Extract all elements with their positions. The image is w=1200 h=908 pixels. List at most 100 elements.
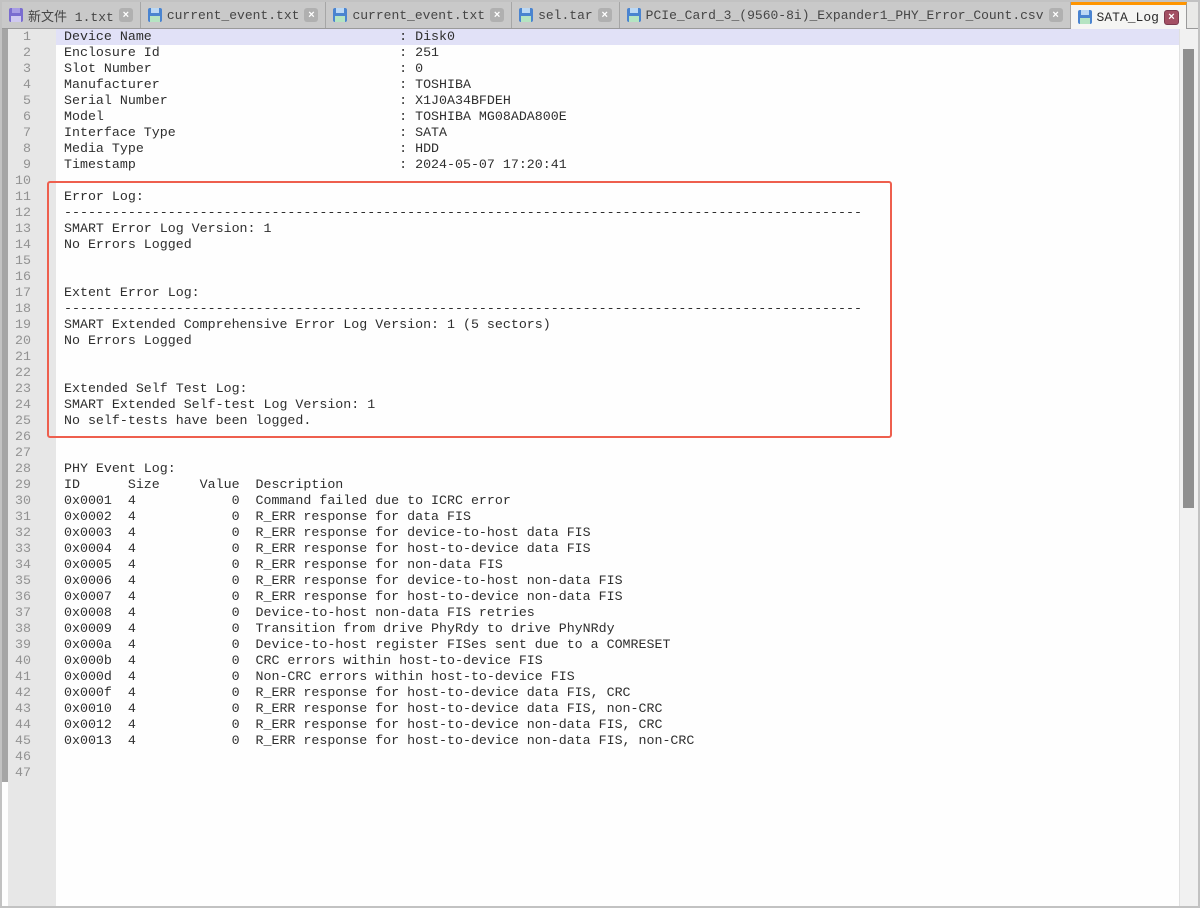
editor-line: SMART Error Log Version: 1 [56, 221, 1180, 237]
editor-line [56, 269, 1180, 285]
line-number: 43 [8, 701, 31, 717]
floppy-purple-icon [9, 8, 23, 22]
tab-current-event-txt[interactable]: current_event.txt × [326, 2, 512, 28]
editor-line: 0x000f 4 0 R_ERR response for host-to-de… [56, 685, 1180, 701]
tab-pcie-card-3-9560-8i-expander1-phy-error-count-csv[interactable]: PCIe_Card_3_(9560-8i)_Expander1_PHY_Erro… [620, 2, 1071, 28]
line-number: 28 [8, 461, 31, 477]
tab-sata-log[interactable]: SATA_Log × [1071, 2, 1187, 29]
line-number: 32 [8, 525, 31, 541]
editor-line: Slot Number : 0 [56, 61, 1180, 77]
editor-line: ----------------------------------------… [56, 205, 1180, 221]
editor-line [56, 365, 1180, 381]
editor-line: 0x000d 4 0 Non-CRC errors within host-to… [56, 669, 1180, 685]
floppy-blue-icon [333, 8, 347, 22]
editor-line: ID Size Value Description [56, 477, 1180, 493]
floppy-blue-icon [1078, 10, 1092, 24]
tab-label: current_event.txt [352, 8, 485, 23]
editor-area[interactable]: 1234567891011121314151617181920212223242… [2, 29, 1198, 906]
editor-line: 0x0008 4 0 Device-to-host non-data FIS r… [56, 605, 1180, 621]
floppy-blue-icon [627, 8, 641, 22]
line-number-gutter: 1234567891011121314151617181920212223242… [8, 29, 56, 906]
editor-line: 0x0009 4 0 Transition from drive PhyRdy … [56, 621, 1180, 637]
line-number: 12 [8, 205, 31, 221]
line-number: 37 [8, 605, 31, 621]
close-icon[interactable]: × [598, 8, 612, 22]
line-number: 17 [8, 285, 31, 301]
line-number: 8 [8, 141, 31, 157]
line-number: 18 [8, 301, 31, 317]
line-number: 21 [8, 349, 31, 365]
editor-line: No Errors Logged [56, 237, 1180, 253]
line-number: 47 [8, 765, 31, 781]
line-number: 41 [8, 669, 31, 685]
tab-1-txt[interactable]: 新文件 1.txt × [2, 2, 141, 28]
tab-label: 新文件 1.txt [28, 6, 114, 25]
editor-line [56, 749, 1180, 765]
line-number: 36 [8, 589, 31, 605]
text-content[interactable]: Device Name : Disk0Enclosure Id : 251Slo… [56, 29, 1180, 906]
line-number: 45 [8, 733, 31, 749]
scrollbar-thumb[interactable] [1183, 49, 1194, 508]
editor-line: 0x0010 4 0 R_ERR response for host-to-de… [56, 701, 1180, 717]
editor-line: Media Type : HDD [56, 141, 1180, 157]
editor-line [56, 253, 1180, 269]
line-number: 44 [8, 717, 31, 733]
tab-label: sel.tar [538, 8, 593, 23]
editor-line: Manufacturer : TOSHIBA [56, 77, 1180, 93]
editor-line: Serial Number : X1J0A34BFDEH [56, 93, 1180, 109]
close-icon[interactable]: × [490, 8, 504, 22]
line-number: 39 [8, 637, 31, 653]
vertical-scrollbar[interactable] [1179, 29, 1198, 906]
editor-line: No self-tests have been logged. [56, 413, 1180, 429]
floppy-blue-icon [519, 8, 533, 22]
close-icon[interactable]: × [119, 8, 133, 22]
tab-label: current_event.txt [167, 8, 300, 23]
close-icon[interactable]: × [1049, 8, 1063, 22]
line-number: 14 [8, 237, 31, 253]
editor-line [56, 765, 1180, 781]
editor-line: 0x0001 4 0 Command failed due to ICRC er… [56, 493, 1180, 509]
tab-sel-tar[interactable]: sel.tar × [512, 2, 620, 28]
line-number: 23 [8, 381, 31, 397]
line-number: 9 [8, 157, 31, 173]
tab-label: SATA_Log [1097, 10, 1159, 25]
editor-line [56, 445, 1180, 461]
editor-window: 新文件 1.txt×current_event.txt×current_even… [0, 0, 1200, 908]
editor-line [56, 173, 1180, 189]
editor-line: 0x0004 4 0 R_ERR response for host-to-de… [56, 541, 1180, 557]
editor-line: Extent Error Log: [56, 285, 1180, 301]
tab-current-event-txt[interactable]: current_event.txt × [141, 2, 327, 28]
editor-line [56, 349, 1180, 365]
line-number: 25 [8, 413, 31, 429]
close-icon[interactable]: × [304, 8, 318, 22]
line-number: 7 [8, 125, 31, 141]
line-number: 13 [8, 221, 31, 237]
line-number: 24 [8, 397, 31, 413]
line-number: 11 [8, 189, 31, 205]
editor-line: Extended Self Test Log: [56, 381, 1180, 397]
line-number: 46 [8, 749, 31, 765]
line-number: 26 [8, 429, 31, 445]
line-number: 3 [8, 61, 31, 77]
editor-line [56, 429, 1180, 445]
line-number: 29 [8, 477, 31, 493]
editor-line: 0x0012 4 0 R_ERR response for host-to-de… [56, 717, 1180, 733]
editor-line: SMART Extended Self-test Log Version: 1 [56, 397, 1180, 413]
line-number: 22 [8, 365, 31, 381]
line-number: 33 [8, 541, 31, 557]
line-number: 30 [8, 493, 31, 509]
line-number: 6 [8, 109, 31, 125]
editor-line: No Errors Logged [56, 333, 1180, 349]
line-number: 27 [8, 445, 31, 461]
close-icon[interactable]: × [1164, 10, 1179, 25]
line-number: 2 [8, 45, 31, 61]
tab-label: PCIe_Card_3_(9560-8i)_Expander1_PHY_Erro… [646, 8, 1044, 23]
editor-line: 0x0013 4 0 R_ERR response for host-to-de… [56, 733, 1180, 749]
editor-line: SMART Extended Comprehensive Error Log V… [56, 317, 1180, 333]
line-number: 31 [8, 509, 31, 525]
editor-line: 0x0005 4 0 R_ERR response for non-data F… [56, 557, 1180, 573]
line-number: 42 [8, 685, 31, 701]
line-number: 15 [8, 253, 31, 269]
editor-line: Error Log: [56, 189, 1180, 205]
line-number: 19 [8, 317, 31, 333]
